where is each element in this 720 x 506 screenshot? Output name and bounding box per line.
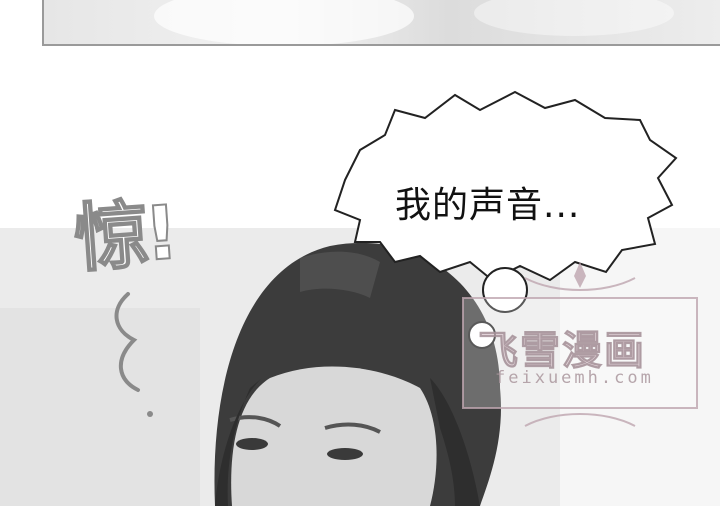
- top-photo-panel: [42, 0, 720, 46]
- sound-effect-trail: [114, 292, 153, 417]
- sound-effect-text: 惊!: [71, 189, 179, 284]
- watermark-url: feixuemh.com: [495, 368, 654, 388]
- photo-highlight: [474, 0, 674, 36]
- speech-bubble-text: 我的声音...: [395, 185, 581, 226]
- photo-highlight: [154, 0, 414, 44]
